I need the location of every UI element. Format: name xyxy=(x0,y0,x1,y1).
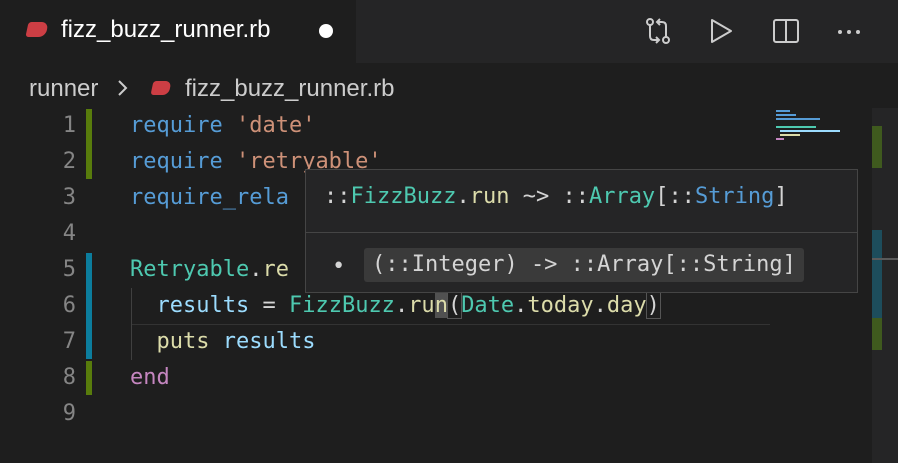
code-line-5[interactable]: Retryable.re xyxy=(130,252,289,288)
sig-scope: :: xyxy=(668,184,695,209)
token-variable: results xyxy=(156,293,250,318)
minimap-line xyxy=(776,118,820,120)
token-keyword: require_rela xyxy=(130,185,289,210)
token-variable: results xyxy=(222,329,316,354)
unsaved-dot-icon[interactable] xyxy=(319,24,333,38)
minimap-line xyxy=(780,130,840,132)
sig-class: FizzBuzz xyxy=(350,184,457,209)
overview-cursor-marker xyxy=(872,258,898,260)
hover-overload: (::Integer) -> ::Array[::String] xyxy=(364,248,804,282)
bracket-match: ) xyxy=(645,292,661,319)
token-class: Retryable xyxy=(130,257,250,282)
token-string: 'date' xyxy=(235,113,316,138)
token-method: ru xyxy=(408,293,435,318)
minimap-line xyxy=(776,110,790,112)
chevron-right-icon xyxy=(118,80,128,96)
token-method: puts xyxy=(156,329,210,354)
editor-tab[interactable]: fizz_buzz_runner.rb xyxy=(0,0,356,63)
sig-method: run xyxy=(469,184,510,209)
gutter-added-marker[interactable] xyxy=(86,109,92,179)
token-class: Date xyxy=(461,293,515,318)
line-number: 6 xyxy=(62,293,76,318)
gutter-modified-marker[interactable] xyxy=(86,253,92,359)
text-cursor: n xyxy=(434,293,448,318)
line-number: 9 xyxy=(62,401,76,426)
breadcrumb xyxy=(0,63,898,113)
code-line-8[interactable]: end xyxy=(130,360,170,396)
code-line-1[interactable]: require 'date' xyxy=(130,108,315,144)
minimap-line xyxy=(780,134,800,136)
overview-ruler-added xyxy=(872,126,882,168)
sig-arrow: ~> xyxy=(509,184,563,209)
line-number: 8 xyxy=(62,365,76,390)
line-number: 1 xyxy=(62,113,76,138)
token-method: day xyxy=(606,293,647,318)
tab-bar: fizz_buzz_runner.rb xyxy=(0,0,898,63)
more-actions-icon[interactable] xyxy=(834,16,864,46)
line-number: 7 xyxy=(62,329,76,354)
sig-scope: :: xyxy=(324,184,351,209)
scrollbar[interactable] xyxy=(872,108,898,463)
gutter-added-marker[interactable] xyxy=(86,361,92,395)
minimap-line xyxy=(776,114,796,116)
run-icon[interactable] xyxy=(706,16,736,46)
line-number: 2 xyxy=(62,149,76,174)
sig-bracket: [ xyxy=(655,184,669,209)
ruby-icon xyxy=(25,22,49,37)
overview-ruler-added xyxy=(872,318,882,350)
compare-changes-icon[interactable] xyxy=(643,16,673,46)
line-number: 3 xyxy=(62,185,76,210)
token-dot: . xyxy=(394,293,409,318)
token-method: today xyxy=(527,293,594,318)
tab-label: fizz_buzz_runner.rb xyxy=(61,16,271,43)
minimap-line xyxy=(776,138,784,140)
hover-tooltip[interactable]: ::FizzBuzz.run ~> ::Array[::String] • (:… xyxy=(305,169,858,293)
hover-divider xyxy=(306,232,857,233)
token-keyword: require xyxy=(130,149,223,174)
token-dot: . xyxy=(593,293,607,318)
sig-scope: :: xyxy=(562,184,589,209)
token-keyword: end xyxy=(130,365,170,390)
token-class: FizzBuzz xyxy=(288,293,395,318)
line-number: 4 xyxy=(62,221,76,246)
sig-dot: . xyxy=(456,184,470,209)
sig-type: String xyxy=(694,184,775,209)
code-line-7[interactable]: puts results xyxy=(130,324,316,360)
sig-class: Array xyxy=(588,184,656,209)
token-method: re xyxy=(262,257,289,282)
token-operator: = xyxy=(249,293,289,318)
line-number: 5 xyxy=(62,257,76,282)
minimap-line xyxy=(776,126,816,128)
bracket-match: ( xyxy=(446,292,463,319)
token-dot: . xyxy=(249,257,263,282)
code-line-6[interactable]: results = FizzBuzz.run(Date.today.day) xyxy=(130,288,661,324)
code-line-3[interactable]: require_rela xyxy=(130,180,289,216)
breadcrumb-file[interactable]: fizz_buzz_runner.rb xyxy=(185,74,394,104)
token-keyword: require xyxy=(130,113,223,138)
sig-bracket: ] xyxy=(774,184,788,209)
hover-bullet: • xyxy=(332,254,346,279)
hover-signature: ::FizzBuzz.run ~> ::Array[::String] xyxy=(324,182,788,212)
split-editor-icon[interactable] xyxy=(771,16,801,46)
minimap[interactable] xyxy=(772,108,872,148)
token-dot: . xyxy=(514,293,528,318)
breadcrumb-folder[interactable]: runner xyxy=(29,74,98,104)
